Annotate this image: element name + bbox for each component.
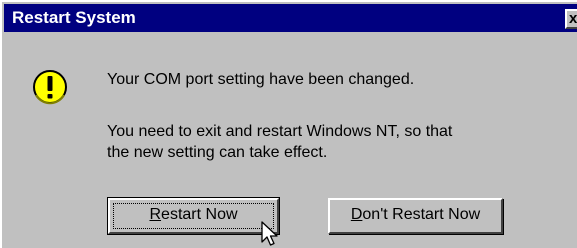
restart-now-button[interactable]: Restart Now <box>107 197 280 235</box>
restart-now-label: Restart Now <box>149 206 237 223</box>
dont-restart-now-button[interactable]: Don't Restart Now <box>328 198 503 234</box>
dont-restart-now-accelerator: D <box>350 206 363 223</box>
message-line-1: Your COM port setting have been changed. <box>107 71 415 88</box>
title-bar[interactable]: Restart System x <box>4 4 577 32</box>
restart-now-accelerator: R <box>149 206 162 223</box>
window-title: Restart System <box>12 8 136 27</box>
arrow-cursor-icon <box>261 221 278 246</box>
restart-now-label-rest: estart Now <box>161 206 238 223</box>
exclamation-warning-icon <box>33 70 67 105</box>
close-button[interactable]: x <box>565 9 577 29</box>
close-icon: x <box>569 10 577 27</box>
message-line-2: You need to exit and restart Windows NT,… <box>107 123 453 140</box>
dont-restart-now-label: Don't Restart Now <box>351 206 480 223</box>
dont-restart-now-label-rest: on't Restart Now <box>362 206 481 223</box>
message-line-3: the new setting can take effect. <box>107 144 328 161</box>
restart-system-dialog: Restart System x Your COM port setting h… <box>0 0 577 248</box>
